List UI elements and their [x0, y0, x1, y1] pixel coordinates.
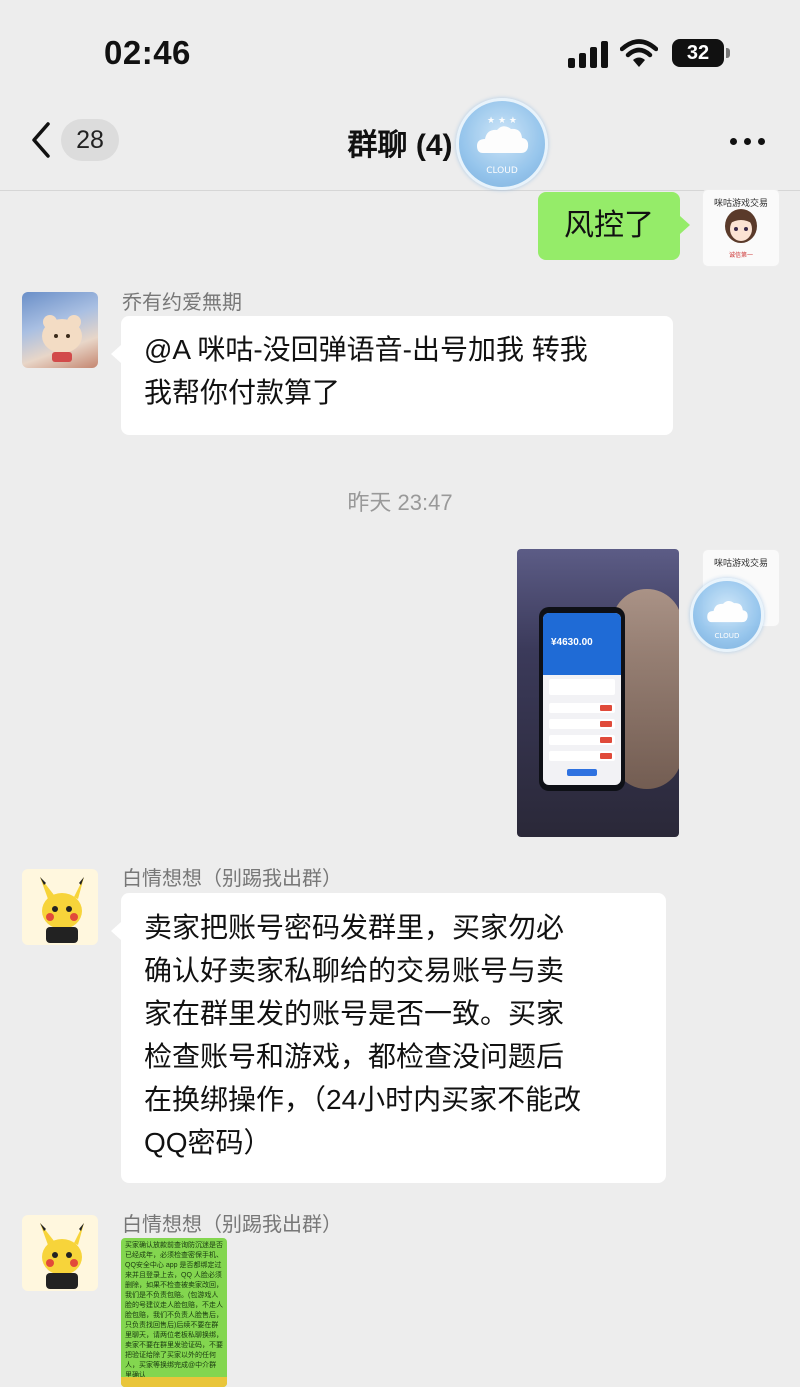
message-bubble-other[interactable]: @A 咪咕-没回弹语音-出号加我 转我 我帮你付款算了 — [121, 316, 673, 435]
message-text-line: @A 咪咕-没回弹语音-出号加我 转我 — [144, 334, 588, 365]
message-text-line: 确认好卖家私聊给的交易账号与卖 — [144, 955, 565, 986]
svg-text:★ ★ ★: ★ ★ ★ — [487, 116, 517, 126]
pikachu-icon — [40, 877, 84, 943]
message-text-line: 检查账号和游戏，都检查没问题后 — [144, 1041, 565, 1072]
battery-cap — [726, 48, 730, 58]
note-image-text: 买家确认放款前查询防沉迷是否已经成年，必须检查密保手机、QQ安全中心 app 是… — [125, 1242, 223, 1379]
message-text: 风控了 — [564, 209, 654, 242]
avatar-stamp-text: 诚信第一 — [728, 253, 753, 259]
avatar-user-qiao[interactable] — [22, 292, 98, 368]
bubble-tail — [111, 922, 121, 940]
anime-girl-icon — [725, 209, 757, 243]
cloud-watermark-text: CLOUD — [486, 166, 518, 176]
message-bubble-other[interactable]: 卖家把账号密码发群里，买家勿必 确认好卖家私聊给的交易账号与卖 家在群里发的账号… — [121, 893, 666, 1183]
wifi-icon — [620, 39, 658, 67]
image-message-note[interactable]: 买家确认放款前查询防沉迷是否已经成年，必须检查密保手机、QQ安全中心 app 是… — [121, 1238, 227, 1387]
note-footer-strip — [121, 1377, 227, 1387]
cellular-signal-icon — [568, 40, 610, 68]
nav-divider — [0, 190, 800, 191]
sender-name: 白情想想（别踢我出群） — [122, 1214, 342, 1236]
sender-name: 乔有约爱無期 — [122, 292, 242, 314]
more-options-icon[interactable] — [730, 138, 766, 146]
cloud-watermark-badge: CLOUD — [690, 578, 764, 652]
photo-message[interactable]: ¥4630.00 — [517, 549, 679, 837]
message-text-line: QQ密码） — [144, 1127, 272, 1158]
message-bubble-self[interactable]: 风控了 — [538, 192, 680, 260]
time-divider: 昨天 23:47 — [347, 490, 453, 515]
status-time: 02:46 — [104, 34, 191, 71]
message-text-line: 卖家把账号密码发群里，买家勿必 — [144, 912, 565, 943]
cloud-watermark-text: CLOUD — [715, 631, 740, 640]
phone-in-photo: ¥4630.00 — [539, 607, 625, 791]
photo-amount-text: ¥4630.00 — [551, 637, 593, 648]
message-text-line: 家在群里发的账号是否一致。买家 — [144, 998, 565, 1029]
avatar-user-baiqing[interactable] — [22, 1215, 98, 1291]
bubble-tail — [111, 345, 121, 363]
avatar-self[interactable]: 咪咕游戏交易 诚信第一 — [702, 189, 780, 267]
avatar-user-baiqing[interactable] — [22, 869, 98, 945]
message-text-line: 在换绑操作，（24小时内买家不能改 — [144, 1084, 582, 1115]
plush-toy-icon — [42, 315, 82, 362]
battery-indicator: 32 — [672, 39, 724, 67]
cloud-watermark-badge: CLOUD ★ ★ ★ — [456, 98, 548, 190]
message-text-line: 我帮你付款算了 — [144, 377, 341, 408]
avatar-brand-text: 咪咕游戏交易 — [713, 559, 768, 569]
chat-title[interactable]: 群聊 (4) — [0, 120, 800, 164]
bubble-tail — [680, 216, 690, 234]
sender-name: 白情想想（别踢我出群） — [122, 868, 342, 890]
pikachu-icon — [40, 1223, 84, 1289]
